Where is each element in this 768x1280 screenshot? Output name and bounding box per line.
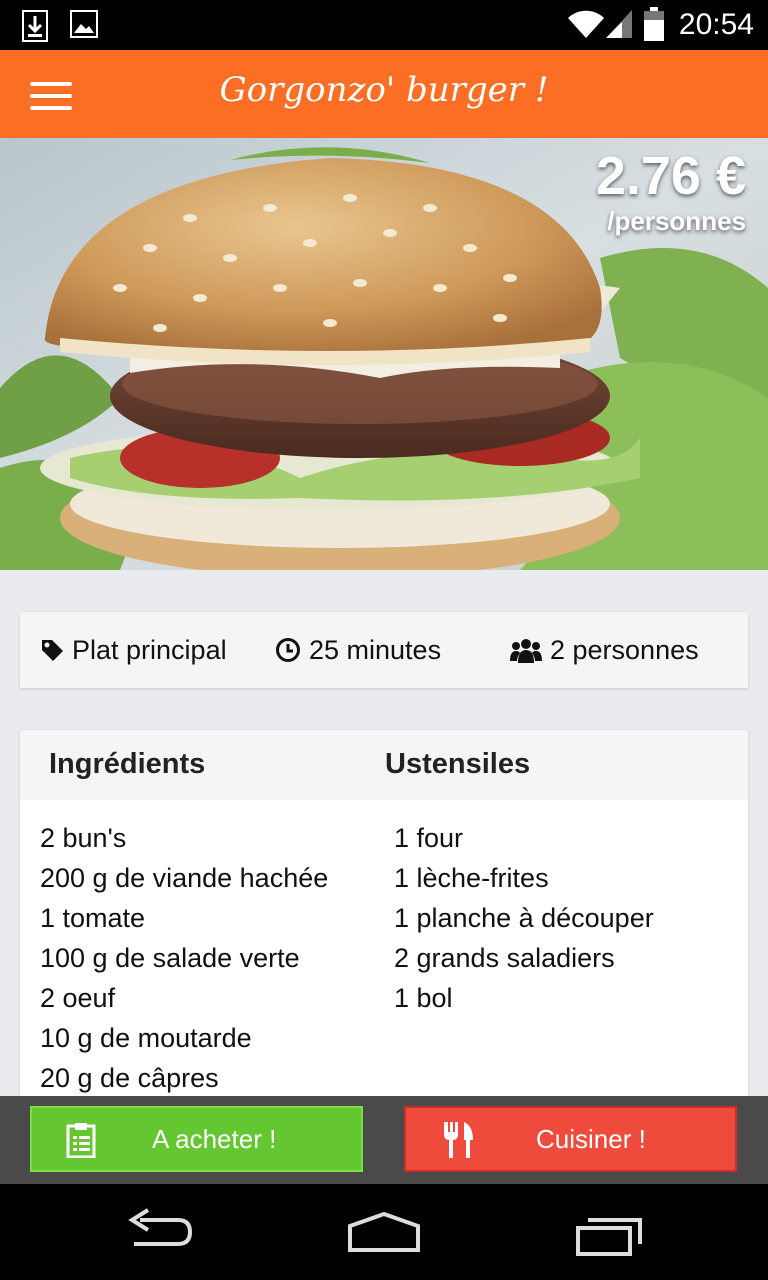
utensils-list: 1 four 1 lèche-frites 1 planche à découp… (394, 818, 654, 1018)
list-item: 1 bol (394, 983, 453, 1013)
utensils-title: Ustensiles (385, 748, 531, 780)
servings-label: 2 personnes (550, 634, 699, 665)
list-item: 2 bun's (40, 823, 127, 853)
ingredients-title: Ingrédients (49, 748, 206, 780)
list-item: 1 planche à découper (394, 903, 654, 933)
servings-info: 2 personnes (510, 612, 699, 688)
back-icon[interactable] (126, 1208, 196, 1252)
tag-icon (42, 640, 63, 661)
list-item: 1 lèche-frites (394, 863, 549, 893)
list-item: 100 g de salade verte (40, 943, 300, 973)
wifi-icon (568, 10, 604, 38)
group-icon (510, 639, 542, 663)
clock-icon (276, 638, 300, 662)
lists-header: Ingrédients Ustensiles (20, 730, 748, 800)
cook-button-label: Cuisiner ! (536, 1124, 646, 1154)
price-unit: /personnes (607, 206, 746, 236)
duration-info: 25 minutes (275, 612, 441, 688)
list-item: 2 oeuf (40, 983, 116, 1013)
clipboard-icon (66, 1123, 96, 1158)
ingredients-card: Ingrédients Ustensiles 2 bun's 200 g de … (20, 730, 748, 1110)
recipe-info-card: Plat principal 25 minutes 2 personnes (20, 612, 748, 688)
download-icon (22, 10, 48, 42)
cook-button[interactable]: Cuisiner ! (404, 1106, 737, 1172)
list-item: 1 tomate (40, 903, 146, 933)
cutlery-icon (444, 1122, 473, 1158)
status-bar: 20:54 (0, 0, 768, 50)
price-value: 2.76 € (595, 146, 746, 206)
list-item: 2 grands saladiers (394, 943, 615, 973)
app-bar: Gorgonzo' burger ! (0, 50, 768, 138)
page-title: Gorgonzo' burger ! (219, 70, 549, 110)
duration-label: 25 minutes (309, 634, 442, 665)
recents-icon[interactable] (574, 1214, 646, 1258)
list-item: 200 g de viande hachée (40, 863, 329, 893)
list-item: 10 g de moutarde (40, 1023, 252, 1053)
navigation-bar (0, 1184, 768, 1280)
image-icon (70, 10, 98, 38)
price-tag: 2.76 € /personnes (596, 146, 746, 236)
buy-button[interactable]: A acheter ! (30, 1106, 363, 1172)
status-time: 20:54 (678, 8, 754, 41)
battery-icon (644, 7, 664, 41)
list-item: 1 four (394, 823, 464, 853)
category-label: Plat principal (72, 634, 227, 665)
signal-icon (606, 10, 632, 38)
list-item: 20 g de câpres (40, 1063, 219, 1093)
buy-button-label: A acheter ! (152, 1124, 277, 1154)
recipe-image: 2.76 € /personnes (0, 138, 768, 570)
home-icon[interactable] (346, 1212, 422, 1256)
category-info: Plat principal (40, 612, 227, 688)
ingredients-list: 2 bun's 200 g de viande hachée 1 tomate … (40, 818, 328, 1098)
action-bar: A acheter ! Cuisiner ! (0, 1096, 768, 1184)
